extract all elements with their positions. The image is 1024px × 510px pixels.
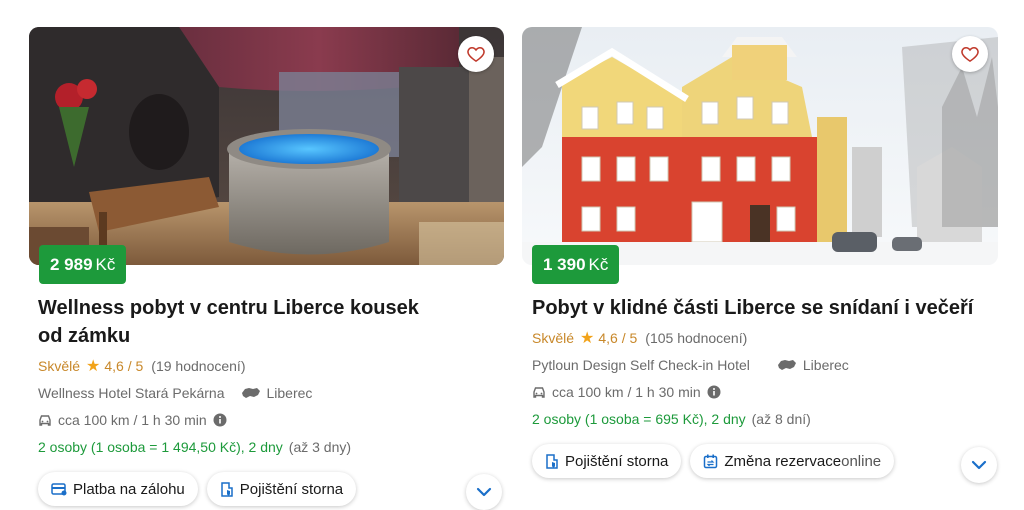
- price-currency: Kč: [95, 254, 116, 274]
- chip-label: Pojištění storna: [565, 452, 669, 470]
- offer-title[interactable]: Wellness pobyt v centru Liberce kousek o…: [29, 294, 439, 350]
- czech-map-icon: [777, 360, 796, 370]
- czech-map-icon: [241, 388, 260, 398]
- rating-word: Skvělé: [532, 330, 575, 346]
- offer-photo[interactable]: 2 989 Kč: [29, 27, 504, 284]
- car-icon: [533, 386, 545, 398]
- location-name: Liberec: [802, 357, 849, 373]
- favorite-button[interactable]: [952, 36, 988, 72]
- occupancy-text: 2 osoby (1 osoba = 1 494,50 Kč), 2 dny: [38, 439, 283, 455]
- insurance-icon: [221, 482, 233, 497]
- action-chips: Platba na zálohu Pojištění storna: [29, 472, 504, 506]
- insurance-icon: [546, 454, 558, 469]
- distance-text: cca 100 km / 1 h 30 min: [552, 384, 701, 400]
- price-currency: Kč: [588, 254, 609, 274]
- duration-note: (až 8 dní): [751, 411, 811, 427]
- rating-score: 4,6 / 5: [598, 330, 638, 346]
- chevron-down-icon: [476, 487, 492, 497]
- rating-word: Skvělé: [38, 358, 81, 374]
- hotel-row: Pytloun Design Self Check-in Hotel Liber…: [522, 355, 998, 375]
- deposit-payment-chip[interactable]: Platba na zálohu: [38, 472, 198, 506]
- rating-score: 4,6 / 5: [104, 358, 144, 374]
- chip-label: Platba na zálohu: [73, 480, 185, 498]
- hotel-name: Wellness Hotel Stará Pekárna: [38, 385, 225, 401]
- wellness-room-image: [29, 27, 504, 265]
- info-icon[interactable]: [707, 385, 721, 399]
- rating-count: (19 hodnocení): [151, 358, 246, 374]
- chevron-down-icon: [971, 460, 987, 470]
- rating-count: (105 hodnocení): [645, 330, 748, 346]
- expand-button[interactable]: [466, 474, 502, 510]
- occupancy-row: 2 osoby (1 osoba = 1 494,50 Kč), 2 dny (…: [29, 437, 504, 457]
- star-icon: ★: [580, 330, 595, 347]
- duration-note: (až 3 dny): [288, 439, 352, 455]
- price-badge: 1 390 Kč: [532, 245, 620, 284]
- heart-outline-icon: [961, 46, 979, 62]
- reservation-change-chip[interactable]: Změna rezervace online: [690, 444, 895, 478]
- price-value: 2 989: [50, 254, 93, 274]
- offer-title[interactable]: Pobyt v klidné části Liberce se snídaní …: [522, 294, 998, 322]
- distance-text: cca 100 km / 1 h 30 min: [58, 412, 207, 428]
- occupancy-text: 2 osoby (1 osoba = 695 Kč), 2 dny: [532, 411, 746, 427]
- offer-photo[interactable]: 1 390 Kč: [522, 27, 998, 284]
- hotel-name: Pytloun Design Self Check-in Hotel: [532, 357, 750, 373]
- rating-row: Skvělé ★ 4,6 / 5 (19 hodnocení): [29, 356, 504, 376]
- favorite-button[interactable]: [458, 36, 494, 72]
- heart-outline-icon: [467, 46, 485, 62]
- cancellation-insurance-chip[interactable]: Pojištění storna: [206, 472, 357, 506]
- car-icon: [39, 414, 51, 426]
- location-name: Liberec: [266, 385, 313, 401]
- calendar-change-icon: [704, 454, 718, 468]
- price-value: 1 390: [543, 254, 586, 274]
- occupancy-row: 2 osoby (1 osoba = 695 Kč), 2 dny (až 8 …: [522, 409, 998, 429]
- distance-row: cca 100 km / 1 h 30 min: [522, 382, 998, 402]
- chip-label-online: online: [841, 452, 882, 470]
- offer-card[interactable]: 2 989 Kč Wellness pobyt v centru Liberce…: [29, 27, 504, 510]
- hotel-row: Wellness Hotel Stará Pekárna Liberec: [29, 383, 504, 403]
- chip-label: Změna rezervace: [724, 452, 842, 470]
- distance-row: cca 100 km / 1 h 30 min: [29, 410, 504, 430]
- offer-card[interactable]: 1 390 Kč Pobyt v klidné části Liberce se…: [522, 27, 998, 483]
- hotel-building-image: [522, 27, 998, 265]
- star-icon: ★: [86, 358, 101, 375]
- card-payment-icon: [51, 483, 67, 496]
- info-icon[interactable]: [213, 413, 227, 427]
- action-chips: Pojištění storna Změna rezervace online: [522, 444, 998, 478]
- rating-row: Skvělé ★ 4,6 / 5 (105 hodnocení): [522, 328, 998, 348]
- expand-button[interactable]: [961, 447, 997, 483]
- chip-label: Pojištění storna: [239, 480, 344, 498]
- cancellation-insurance-chip[interactable]: Pojištění storna: [532, 444, 682, 478]
- price-badge: 2 989 Kč: [39, 245, 127, 284]
